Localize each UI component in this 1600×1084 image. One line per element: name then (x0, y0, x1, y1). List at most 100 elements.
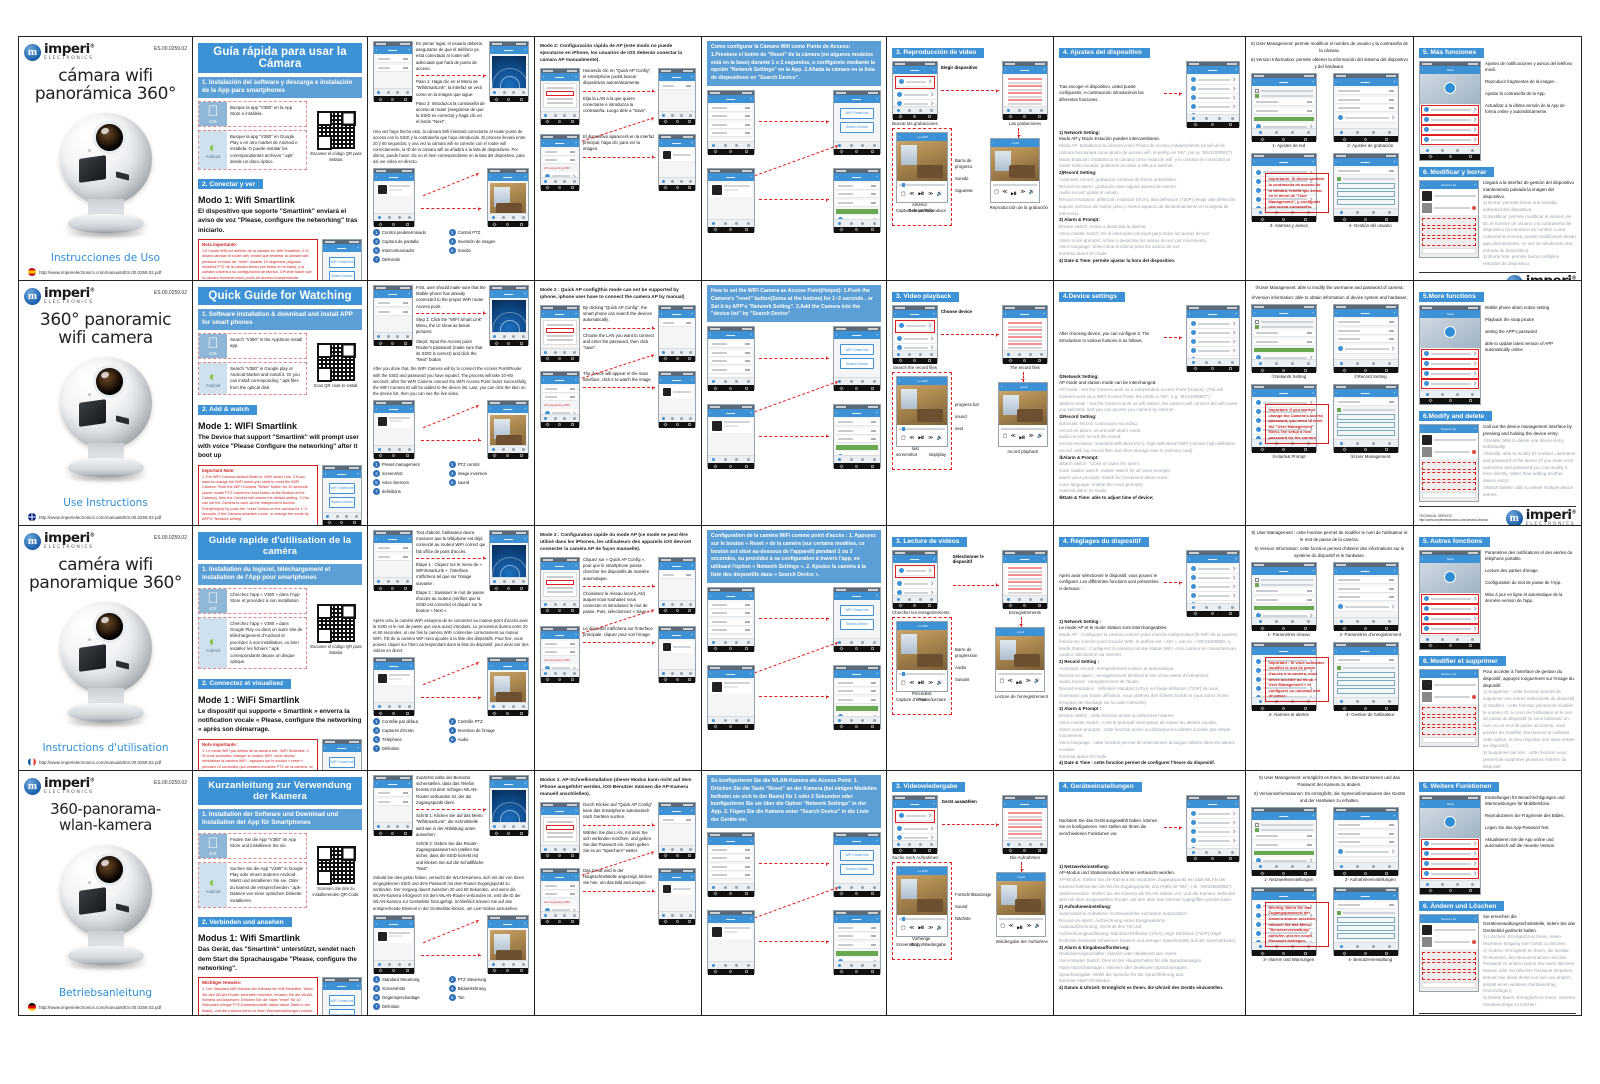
device-entry[interactable] (1422, 937, 1476, 947)
play-pause-icon[interactable]: ⏯ (918, 678, 924, 688)
batch-delete-description: 3) Supprimer par lots : cette fonction v… (1483, 750, 1567, 769)
modify-button[interactable] (1422, 962, 1476, 970)
play-pause-icon[interactable]: ⏯ (918, 923, 924, 933)
previous-icon[interactable]: ≪ (909, 680, 914, 686)
manual-url[interactable]: http://www.imperielectronics.com/manuals… (24, 268, 187, 276)
play-pause-icon[interactable]: ⏯ (1011, 189, 1017, 199)
cancel-button[interactable] (1422, 982, 1476, 988)
previous-icon[interactable]: ≪ (909, 191, 914, 197)
audio-record-text: Audioaufzeichnung: zeichnet den Ton auf. (1059, 924, 1143, 930)
next-icon[interactable]: ≫ (1026, 923, 1031, 933)
app-password-row[interactable] (1421, 858, 1479, 869)
batch-delete-button[interactable] (1422, 727, 1476, 735)
screenshot-icon[interactable]: ▢ (901, 680, 906, 686)
previous-icon[interactable]: ≪ (1002, 189, 1007, 199)
next-icon[interactable]: ≫ (928, 435, 933, 441)
batch-delete-button[interactable] (1422, 972, 1476, 980)
play-pause-icon[interactable]: ⏯ (1016, 678, 1022, 688)
snap-playback-row[interactable] (1421, 603, 1479, 614)
next-icon[interactable]: ≫ (1026, 678, 1031, 688)
batch-delete-button[interactable] (1422, 482, 1476, 490)
device-entry[interactable] (1422, 692, 1476, 702)
alarm-notice-row[interactable] (1421, 104, 1479, 115)
screenshot-icon[interactable]: ▢ (901, 191, 906, 197)
device-entry[interactable] (1422, 925, 1476, 935)
modify-button[interactable] (1422, 717, 1476, 725)
sound-icon[interactable]: 🔊 (937, 435, 943, 441)
cancel-button[interactable] (1422, 492, 1476, 498)
delete-button[interactable] (1422, 462, 1476, 470)
phone-content (1187, 317, 1239, 358)
manual-url[interactable]: http://www.imperielectronics.com/manuals… (24, 1003, 187, 1011)
delete-button[interactable] (1422, 218, 1476, 226)
screenshot-icon[interactable]: ▢ (994, 189, 999, 199)
app-password-row[interactable] (1421, 613, 1479, 624)
next-icon[interactable]: ≫ (928, 925, 933, 931)
next-icon[interactable]: ≫ (928, 191, 933, 197)
sound-icon[interactable]: 🔊 (1037, 433, 1043, 443)
previous-icon[interactable]: ≪ (1007, 678, 1012, 688)
manual-url[interactable]: http://www.imperielectronics.com/manuals… (24, 513, 187, 521)
next-icon[interactable]: ≫ (928, 680, 933, 686)
sound-icon[interactable]: 🔊 (1029, 189, 1035, 199)
modify-button[interactable] (1422, 228, 1476, 236)
sound-icon[interactable]: 🔊 (937, 191, 943, 197)
app-update-row[interactable] (1421, 868, 1479, 879)
delete-button[interactable] (1422, 952, 1476, 960)
play-pause-icon[interactable]: ⏯ (1019, 433, 1025, 443)
alarm-notice-row[interactable] (1421, 593, 1479, 604)
screenshot-icon[interactable]: ▢ (901, 435, 906, 441)
progress-bar[interactable] (899, 427, 945, 432)
app-password-row[interactable] (1421, 368, 1479, 379)
play-pause-icon[interactable]: ⏯ (1017, 923, 1023, 933)
cancel-button[interactable] (1422, 737, 1476, 743)
phone-mockup: ‹ ▬▬▬ + AP-supporting WIFI (540, 625, 580, 683)
list-item (376, 64, 410, 72)
phone-tab-bar (834, 218, 880, 227)
device-entry[interactable] (1422, 680, 1476, 690)
previous-icon[interactable]: ≪ (909, 435, 914, 441)
device-entry[interactable] (1422, 435, 1476, 445)
app-update-row[interactable] (1421, 378, 1479, 389)
alarm-notice-row[interactable] (1421, 348, 1479, 359)
device-entry[interactable] (1422, 191, 1476, 201)
next-icon[interactable]: ≫ (1020, 189, 1025, 199)
screenshot-icon[interactable]: ▢ (901, 925, 906, 931)
delete-button[interactable] (1422, 707, 1476, 715)
cancel-button[interactable] (1422, 248, 1476, 254)
play-pause-icon[interactable]: ⏯ (918, 433, 924, 443)
snap-playback-row[interactable] (1421, 848, 1479, 859)
snap-playback-row[interactable] (1421, 358, 1479, 369)
sound-icon[interactable]: 🔊 (1035, 923, 1041, 933)
screenshot-icon[interactable]: ▢ (1000, 678, 1005, 688)
app-update-row[interactable] (1421, 623, 1479, 634)
previous-icon[interactable]: ≪ (1008, 923, 1013, 933)
previous-icon[interactable]: ≪ (909, 925, 914, 931)
access-point-panel: Configuration de la caméra WiFi comme po… (702, 526, 887, 770)
play-pause-icon[interactable]: ⏯ (918, 189, 924, 199)
sound-icon[interactable]: 🔊 (1034, 678, 1040, 688)
modify-button[interactable] (1422, 472, 1476, 480)
progress-bar[interactable] (899, 183, 945, 188)
progress-bar[interactable] (899, 917, 945, 922)
app-password-row[interactable] (1421, 124, 1479, 135)
screenshot-icon[interactable]: ▢ (1000, 923, 1005, 933)
phone-android-nav (708, 226, 754, 233)
sound-icon[interactable]: 🔊 (937, 680, 943, 686)
device-entry[interactable] (1422, 447, 1476, 457)
snap-playback-row[interactable] (1421, 114, 1479, 125)
progress-bar[interactable] (899, 672, 945, 677)
next-icon[interactable]: ≫ (1029, 433, 1034, 443)
app-update-row[interactable] (1421, 134, 1479, 145)
phone-mockup: ‹ ▬▬▬ + (1002, 794, 1048, 854)
manual-url[interactable]: http://www.imperielectronics.com/manuals… (24, 758, 187, 766)
phone-app-bar: ‹ ▬▬▬ + (488, 662, 528, 671)
batch-delete-button[interactable] (1422, 238, 1476, 246)
phone-content: Search Device (541, 814, 579, 845)
device-entry[interactable] (1422, 203, 1476, 213)
previous-icon[interactable]: ≪ (1011, 433, 1016, 443)
function-3-label: Legen Sie das App-Passwort fest. (1485, 824, 1550, 830)
screenshot-icon[interactable]: ▢ (1003, 433, 1008, 443)
alarm-notice-row[interactable] (1421, 838, 1479, 849)
sound-icon[interactable]: 🔊 (937, 925, 943, 931)
